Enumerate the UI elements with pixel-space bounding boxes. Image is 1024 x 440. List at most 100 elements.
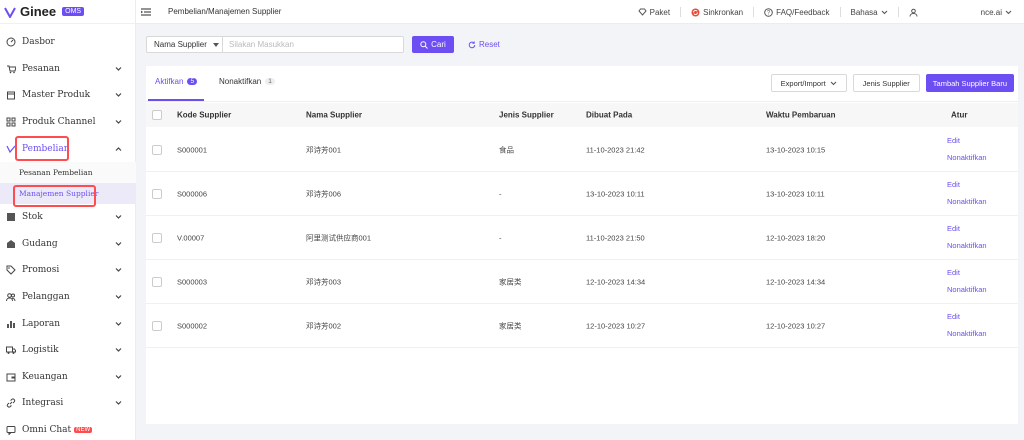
edit-link[interactable]: Edit: [947, 224, 960, 233]
cart-icon: [5, 63, 17, 75]
cell-jenis: -: [499, 233, 502, 242]
sidebar-item-gudang[interactable]: Gudang: [0, 231, 136, 258]
cell-dibuat: 12-10-2023 14:34: [586, 277, 646, 286]
sidebar-item-label: Master Produk: [22, 90, 91, 101]
divider: [753, 7, 755, 17]
sidebar-item-logistik[interactable]: Logistik: [0, 337, 136, 364]
sidebar-item-stok[interactable]: Stok: [0, 204, 136, 231]
table-row: V.00007 阿里测试供应商001 - 11-10-2023 21:50 12…: [146, 216, 1018, 260]
sidebar-item-keuangan[interactable]: Keuangan: [0, 364, 136, 391]
row-checkbox[interactable]: [152, 276, 162, 287]
cell-dibuat: 11-10-2023 21:42: [586, 145, 645, 154]
chevron-down-icon: [115, 374, 122, 379]
sidebar-item-pesanan[interactable]: Pesanan: [0, 56, 136, 83]
sidebar-item-omni-chat[interactable]: Omni Chat NEW: [0, 417, 136, 440]
edit-link[interactable]: Edit: [947, 136, 960, 145]
header-dibuat-pada: Dibuat Pada: [586, 110, 633, 120]
chevron-down-icon: [115, 348, 122, 353]
sinkronkan-link[interactable]: Sinkronkan: [691, 8, 743, 17]
cell-nama: 邓诗芳001: [306, 145, 342, 154]
cell-dibuat: 13-10-2023 10:11: [586, 189, 645, 198]
cell-pembaruan: 13-10-2023 10:11: [766, 189, 825, 198]
sidebar-item-dasbor[interactable]: Dasbor: [0, 29, 136, 56]
select-all-checkbox[interactable]: [152, 110, 162, 120]
supplier-panel: Aktifkan 5 Nonaktifkan 1 Export/Import J…: [146, 66, 1018, 424]
deactivate-link[interactable]: Nonaktifkan: [947, 285, 987, 294]
highlight-manajemen-supplier: [13, 185, 96, 207]
bottom-strip: [136, 424, 1024, 440]
language-selector[interactable]: Bahasa: [851, 8, 888, 17]
sidebar-item-promosi[interactable]: Promosi: [0, 257, 136, 284]
chevron-down-icon: [115, 93, 122, 98]
reset-button[interactable]: Reset: [468, 40, 500, 49]
menu-fold-icon[interactable]: [141, 7, 151, 16]
paket-link[interactable]: Paket: [637, 8, 670, 17]
edit-link[interactable]: Edit: [947, 180, 960, 189]
chevron-down-icon: [115, 66, 122, 71]
sidebar-item-label: Pesanan: [22, 63, 60, 74]
export-import-button[interactable]: Export/Import: [770, 74, 847, 92]
search-icon: [420, 40, 429, 49]
account-menu[interactable]: nce.ai: [909, 8, 1012, 17]
deactivate-link[interactable]: Nonaktifkan: [947, 241, 987, 250]
sidebar-item-master-produk[interactable]: Master Produk: [0, 82, 136, 109]
field-select[interactable]: Nama Supplier: [146, 36, 222, 53]
cell-pembaruan: 12-10-2023 10:27: [766, 321, 826, 330]
oms-badge: OMS: [62, 7, 85, 16]
sidebar-item-pelanggan[interactable]: Pelanggan: [0, 284, 136, 311]
sidebar-item-integrasi[interactable]: Integrasi: [0, 390, 136, 417]
grid-icon: [5, 116, 17, 128]
cell-dibuat: 11-10-2023 21:50: [586, 233, 645, 242]
sidebar-item-label: Keuangan: [22, 371, 68, 382]
user-icon: [909, 8, 918, 17]
cell-nama: 阿里测试供应商001: [306, 233, 372, 242]
diamond-icon: [637, 8, 647, 16]
logo[interactable]: Ginee OMS: [0, 0, 135, 24]
header-nama-supplier: Nama Supplier: [306, 110, 363, 120]
tab-label: Nonaktifkan: [219, 77, 262, 86]
sidebar-item-label: Omni Chat: [22, 425, 72, 436]
sidebar-subitem-pesanan-pembelian[interactable]: Pesanan Pembelian: [0, 162, 136, 183]
row-checkbox[interactable]: [152, 188, 162, 199]
cell-pembaruan: 13-10-2023 10:15: [766, 145, 826, 154]
chevron-down-icon: [115, 241, 122, 246]
table-row: S000006 邓诗芳006 - 13-10-2023 10:11 13-10-…: [146, 172, 1018, 216]
highlight-pembelian: [15, 136, 69, 161]
sidebar-item-label: Logistik: [22, 345, 59, 356]
chevron-down-icon: [115, 401, 122, 406]
search-input[interactable]: [222, 36, 404, 53]
toolbar-actions: Export/Import Jenis Supplier Tambah Supp…: [770, 74, 1014, 92]
cell-jenis: -: [499, 189, 502, 198]
add-supplier-button[interactable]: Tambah Supplier Baru: [925, 74, 1014, 92]
tab-nonaktifkan[interactable]: Nonaktifkan 1: [219, 77, 275, 86]
breadcrumb: Pembelian/Manajemen Supplier: [168, 7, 282, 16]
dashboard-icon: [5, 36, 17, 48]
edit-link[interactable]: Edit: [947, 268, 960, 277]
sidebar-item-produk-channel[interactable]: Produk Channel: [0, 109, 136, 136]
search-button-label: Cari: [431, 40, 446, 49]
sidebar-item-laporan[interactable]: Laporan: [0, 310, 136, 337]
cell-jenis: 家居类: [499, 321, 522, 330]
deactivate-link[interactable]: Nonaktifkan: [947, 329, 987, 338]
deactivate-link[interactable]: Nonaktifkan: [947, 197, 987, 206]
row-checkbox[interactable]: [152, 320, 162, 331]
cell-kode: V.00007: [177, 233, 205, 242]
edit-link[interactable]: Edit: [947, 312, 960, 321]
cell-nama: 邓诗芳006: [306, 189, 342, 198]
deactivate-link[interactable]: Nonaktifkan: [947, 153, 987, 162]
supplier-type-button[interactable]: Jenis Supplier: [852, 74, 920, 92]
cell-jenis: 家居类: [499, 277, 522, 286]
cell-kode: S000006: [177, 189, 208, 198]
chevron-down-icon: [115, 321, 122, 326]
header-jenis-supplier: Jenis Supplier: [499, 110, 554, 120]
sidebar-nav: Dasbor Pesanan Master Produk Produk Chan…: [0, 29, 136, 440]
cell-kode: S000003: [177, 277, 208, 286]
header-waktu-pembaruan: Waktu Pembaruan: [766, 110, 836, 120]
row-checkbox[interactable]: [152, 232, 162, 243]
tab-aktifkan[interactable]: Aktifkan 5: [155, 77, 198, 86]
search-button[interactable]: Cari: [412, 36, 454, 53]
row-checkbox[interactable]: [152, 144, 162, 155]
divider: [897, 7, 899, 17]
faq-link[interactable]: ? FAQ/Feedback: [764, 8, 830, 17]
tag-icon: [5, 264, 17, 276]
